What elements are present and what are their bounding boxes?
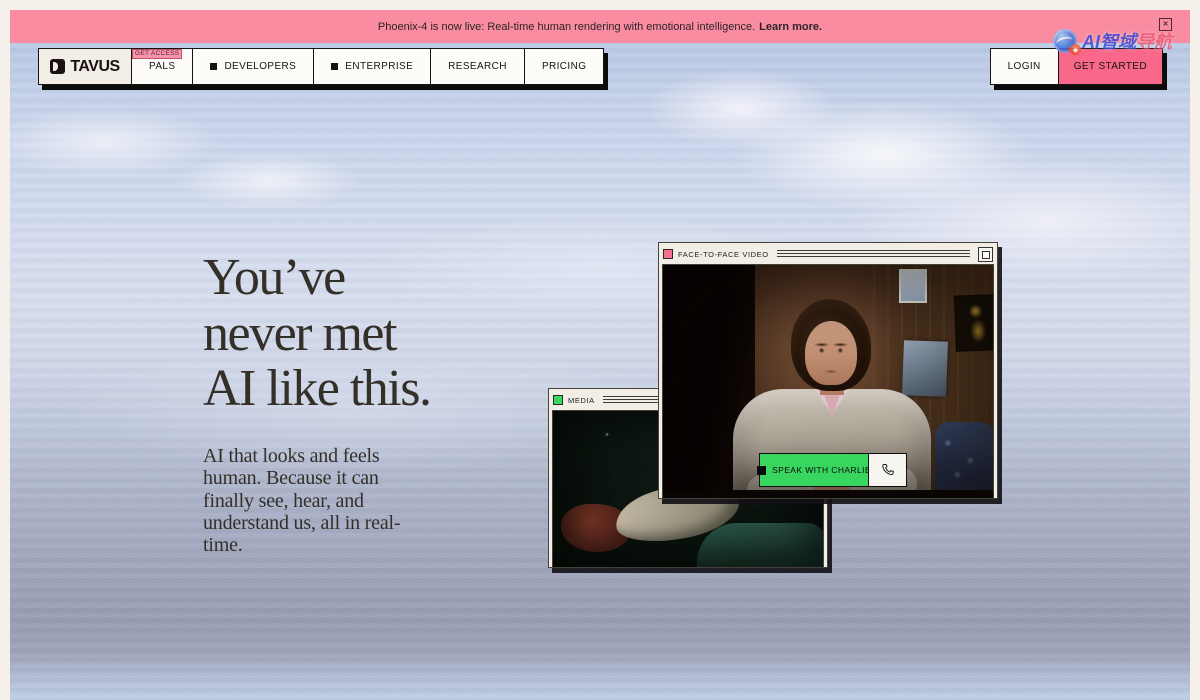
speak-button-label: SPEAK WITH CHARLIE [772,465,871,475]
speak-with-charlie-button[interactable]: SPEAK WITH CHARLIE [759,453,869,487]
pink-square-icon [663,249,673,259]
tavus-logo-icon [50,59,65,74]
video-window: FACE-TO-FACE VIDEO SPEAK WITH CHARLIE [658,242,998,499]
record-square-icon [757,466,766,475]
nav-item-pals[interactable]: GET ACCESS PALS [132,49,193,84]
phone-icon [880,462,896,478]
video-window-titlebar[interactable]: FACE-TO-FACE VIDEO [662,246,994,264]
navbar-actions: LOGIN GET STARTED [990,48,1163,85]
banner-close-icon[interactable]: ✕ [1159,18,1172,31]
tavus-logo[interactable]: TAVUS [39,49,132,84]
nav-item-label: PRICING [542,61,586,72]
login-button[interactable]: LOGIN [991,49,1058,84]
hero-title-line: AI like this. [203,361,431,417]
hero-subtitle: AI that looks and feels human. Because i… [203,445,431,557]
hero-title-line: You’ve [203,250,431,306]
nav-item-label: RESEARCH [448,61,507,72]
green-square-icon [553,395,563,405]
announcement-banner: Phoenix-4 is now live: Real-time human r… [10,10,1190,43]
hero-title: You’ve never met AI like this. [203,250,431,417]
main-navbar: TAVUS GET ACCESS PALS DEVELOPERS ENTERPR… [38,48,604,85]
nav-item-research[interactable]: RESEARCH [431,49,525,84]
media-window-title: MEDIA [568,396,595,405]
nav-item-pricing[interactable]: PRICING [525,49,603,84]
nav-item-developers[interactable]: DEVELOPERS [193,49,314,84]
brand-name: TAVUS [70,58,119,76]
restore-window-icon[interactable] [978,247,993,262]
nav-item-label: PALS [149,61,175,72]
call-controls: SPEAK WITH CHARLIE [759,453,907,487]
get-access-badge: GET ACCESS [132,49,182,59]
nav-item-label: ENTERPRISE [345,61,413,72]
call-button[interactable] [869,453,907,487]
get-started-button[interactable]: GET STARTED [1058,49,1162,84]
square-bullet-icon [331,63,338,70]
nav-item-label: DEVELOPERS [224,61,296,72]
banner-message: Phoenix-4 is now live: Real-time human r… [378,21,755,33]
square-bullet-icon [210,63,217,70]
pixel-sky-background [10,43,1190,700]
hero-title-line: never met [203,306,431,362]
video-window-title: FACE-TO-FACE VIDEO [678,250,769,259]
banner-learn-more-link[interactable]: Learn more. [759,21,822,33]
titlebar-grip-lines [777,250,970,259]
hero-section: You’ve never met AI like this. AI that l… [203,250,431,557]
nav-item-enterprise[interactable]: ENTERPRISE [314,49,431,84]
